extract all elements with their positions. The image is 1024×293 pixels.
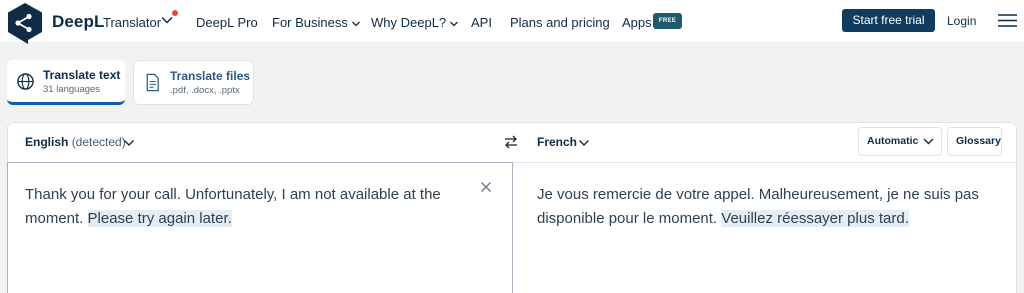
hamburger-menu-icon[interactable] <box>998 13 1017 28</box>
product-name[interactable]: Translator <box>103 15 161 30</box>
nav-apps[interactable]: Apps <box>622 15 652 30</box>
target-language-selector[interactable]: French <box>537 135 577 149</box>
tab-translate-files[interactable]: Translate files .pdf, .docx, .pptx <box>133 60 254 105</box>
glossary-button[interactable]: Glossary <box>947 127 1002 156</box>
deepl-logo-icon[interactable] <box>6 2 44 44</box>
swap-icon[interactable] <box>503 134 519 150</box>
free-badge: FREE <box>653 13 682 29</box>
close-icon[interactable] <box>480 181 492 193</box>
source-text-highlight[interactable]: Please try again later. <box>87 210 232 227</box>
target-text[interactable]: Je vous remercie de votre appel. Malheur… <box>537 183 1007 231</box>
tab-translate-files-title: Translate files <box>170 69 251 83</box>
chevron-down-icon <box>450 21 459 26</box>
nav-api[interactable]: API <box>471 15 492 30</box>
tab-translate-text-title: Translate text <box>43 68 121 82</box>
tab-translate-text[interactable]: Translate text 31 languages <box>7 60 125 105</box>
source-language-label: English <box>25 135 69 149</box>
tab-translate-files-subtitle: .pdf, .docx, .pptx <box>170 85 240 96</box>
nav-why-deepl[interactable]: Why DeepL? <box>371 15 459 30</box>
chevron-down-icon <box>351 21 360 26</box>
chevron-down-icon[interactable] <box>123 137 135 149</box>
nav-for-business[interactable]: For Business <box>272 15 361 30</box>
chevron-down-icon <box>923 138 934 145</box>
target-text-highlight[interactable]: Veuillez réessayer plus tard. <box>721 210 909 227</box>
login-link[interactable]: Login <box>947 14 976 28</box>
formality-label: Automatic <box>867 135 919 147</box>
nav-for-business-label: For Business <box>272 15 348 30</box>
nav-deepl-pro[interactable]: DeepL Pro <box>196 15 258 30</box>
globe-icon <box>17 73 34 90</box>
nav-plans-pricing[interactable]: Plans and pricing <box>510 15 610 30</box>
chevron-down-icon[interactable] <box>578 137 590 149</box>
document-icon <box>146 73 159 92</box>
source-text[interactable]: Thank you for your call. Unfortunately, … <box>25 183 455 231</box>
notification-dot <box>172 10 178 16</box>
formality-dropdown[interactable]: Automatic <box>858 127 942 156</box>
nav-why-deepl-label: Why DeepL? <box>371 15 447 30</box>
source-detected-label: (detected) <box>71 135 126 149</box>
source-language-selector[interactable]: English (detected) <box>25 135 126 149</box>
tab-translate-text-subtitle: 31 languages <box>43 84 101 95</box>
start-free-trial-button[interactable]: Start free trial <box>842 9 935 32</box>
brand-name[interactable]: DeepL <box>52 12 104 32</box>
